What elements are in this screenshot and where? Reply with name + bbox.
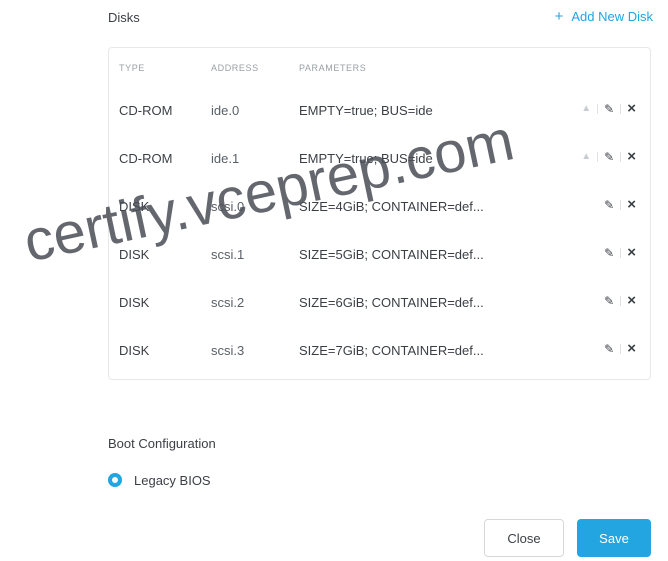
action-divider [620, 103, 622, 114]
close-icon[interactable]: × [627, 197, 636, 212]
radio-selected-icon[interactable] [108, 473, 122, 487]
save-button[interactable]: Save [577, 519, 651, 557]
close-icon[interactable]: × [627, 245, 636, 260]
disk-parameters: SIZE=4GiB; CONTAINER=def... [299, 199, 484, 214]
action-divider [620, 247, 622, 258]
disk-type: DISK [119, 343, 150, 358]
disks-header: Disks + Add New Disk [108, 8, 653, 32]
boot-configuration-title: Boot Configuration [108, 436, 216, 451]
disk-type: DISK [119, 199, 150, 214]
disk-parameters: EMPTY=true; BUS=ide [299, 151, 433, 166]
column-header-address: ADDRESS [211, 63, 259, 73]
disk-parameters: EMPTY=true; BUS=ide [299, 103, 433, 118]
disk-parameters: SIZE=6GiB; CONTAINER=def... [299, 295, 484, 310]
disk-address: scsi.3 [211, 343, 245, 358]
up-arrow-icon[interactable]: ▲ [581, 103, 591, 114]
disk-type: CD-ROM [119, 151, 173, 166]
table-row: DISK scsi.1 SIZE=5GiB; CONTAINER=def... … [109, 232, 650, 280]
close-button[interactable]: Close [484, 519, 564, 557]
table-row: DISK scsi.3 SIZE=7GiB; CONTAINER=def... … [109, 328, 650, 376]
pencil-icon[interactable]: ✎ [604, 151, 614, 163]
table-row: DISK scsi.0 SIZE=4GiB; CONTAINER=def... … [109, 184, 650, 232]
disk-address: ide.0 [211, 103, 240, 118]
action-divider [620, 151, 622, 162]
row-actions: ▲ ✎ × [581, 101, 636, 116]
disks-title: Disks [108, 10, 140, 25]
pencil-icon[interactable]: ✎ [604, 247, 614, 259]
disk-address: scsi.0 [211, 199, 245, 214]
disk-type: DISK [119, 295, 150, 310]
close-icon[interactable]: × [627, 341, 636, 356]
table-header: TYPE ADDRESS PARAMETERS [109, 48, 650, 88]
disks-table: TYPE ADDRESS PARAMETERS CD-ROM ide.0 EMP… [108, 47, 651, 380]
table-row: CD-ROM ide.0 EMPTY=true; BUS=ide ▲ ✎ × [109, 88, 650, 136]
pencil-icon[interactable]: ✎ [604, 343, 614, 355]
row-actions: ▲ ✎ × [581, 149, 636, 164]
row-actions: ✎ × [604, 341, 636, 356]
action-divider [620, 343, 622, 354]
disk-type: CD-ROM [119, 103, 173, 118]
disk-address: scsi.1 [211, 247, 245, 262]
table-row: CD-ROM ide.1 EMPTY=true; BUS=ide ▲ ✎ × [109, 136, 650, 184]
disk-address: scsi.2 [211, 295, 245, 310]
row-actions: ✎ × [604, 245, 636, 260]
action-divider [597, 151, 599, 162]
disk-address: ide.1 [211, 151, 240, 166]
action-divider [620, 199, 622, 210]
up-arrow-icon[interactable]: ▲ [581, 151, 591, 162]
plus-icon: + [554, 8, 564, 25]
pencil-icon[interactable]: ✎ [604, 103, 614, 115]
legacy-bios-label: Legacy BIOS [134, 472, 211, 488]
close-icon[interactable]: × [627, 293, 636, 308]
column-header-type: TYPE [119, 63, 145, 73]
disk-parameters: SIZE=5GiB; CONTAINER=def... [299, 247, 484, 262]
disk-parameters: SIZE=7GiB; CONTAINER=def... [299, 343, 484, 358]
add-new-disk-link[interactable]: + Add New Disk [555, 8, 653, 25]
pencil-icon[interactable]: ✎ [604, 199, 614, 211]
disk-type: DISK [119, 247, 150, 262]
pencil-icon[interactable]: ✎ [604, 295, 614, 307]
row-actions: ✎ × [604, 293, 636, 308]
action-divider [620, 295, 622, 306]
column-header-parameters: PARAMETERS [299, 63, 367, 73]
action-divider [597, 103, 599, 114]
close-icon[interactable]: × [627, 149, 636, 164]
add-new-disk-label: Add New Disk [571, 9, 653, 24]
row-actions: ✎ × [604, 197, 636, 212]
table-row: DISK scsi.2 SIZE=6GiB; CONTAINER=def... … [109, 280, 650, 328]
legacy-bios-radio-option[interactable]: Legacy BIOS [108, 471, 211, 489]
close-icon[interactable]: × [627, 101, 636, 116]
